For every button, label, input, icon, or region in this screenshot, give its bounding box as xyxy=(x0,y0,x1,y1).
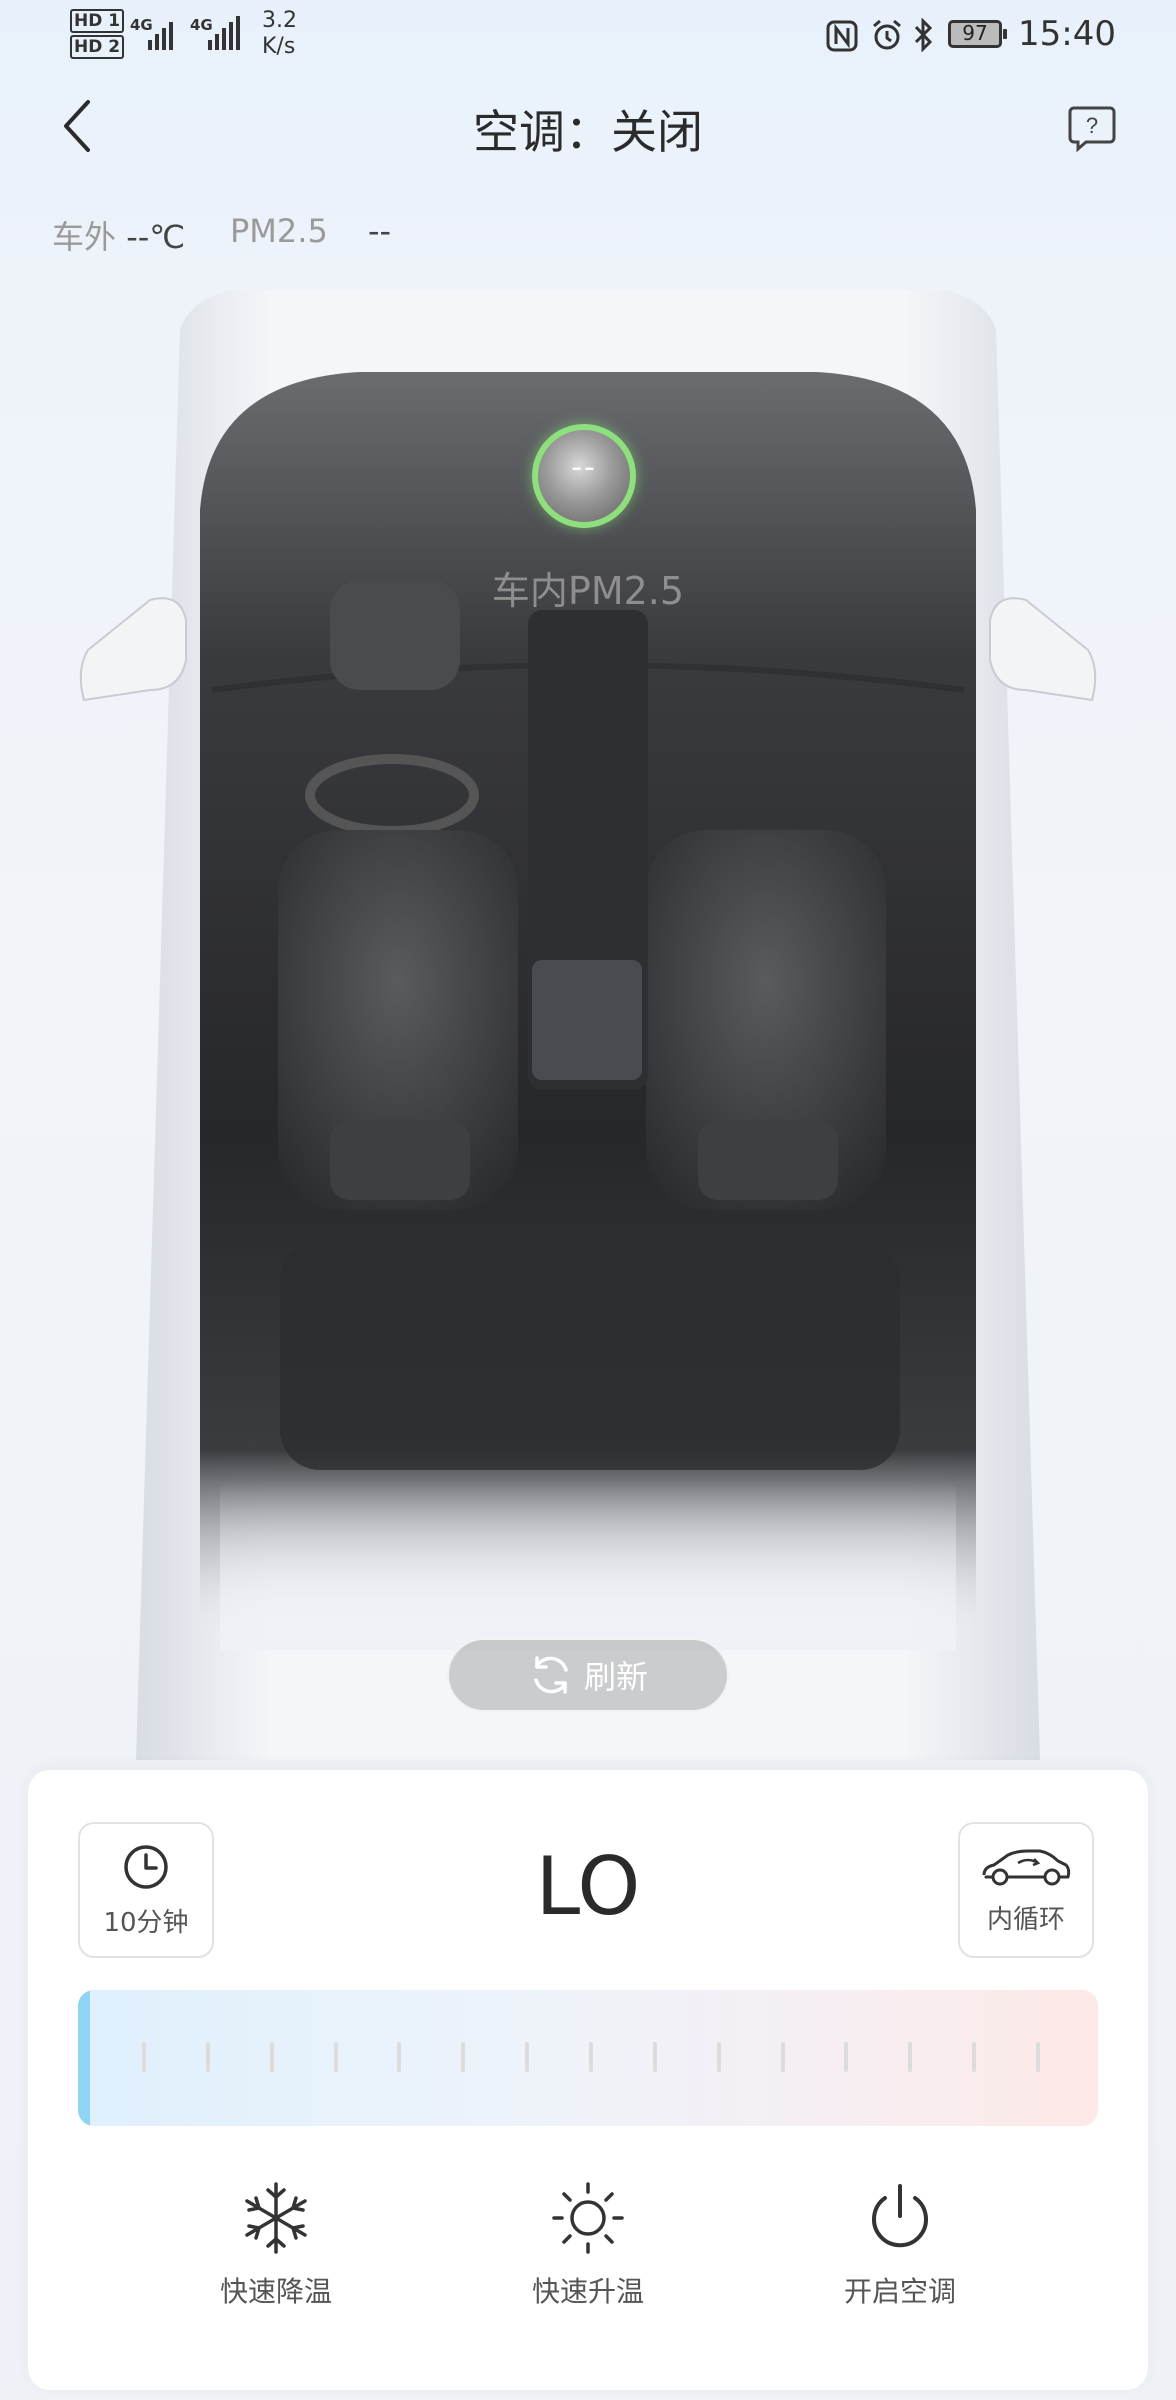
help-button[interactable]: ? xyxy=(1068,104,1116,152)
slider-tick xyxy=(205,2042,210,2072)
circulation-label: 内循环 xyxy=(986,1904,1065,1935)
slider-tick xyxy=(652,2042,657,2072)
nfc-icon xyxy=(826,20,858,52)
slider-tick xyxy=(142,2042,146,2072)
slider-tick xyxy=(589,2042,593,2072)
ac-power-button[interactable]: 开启空调 xyxy=(800,2180,1000,2310)
refresh-button[interactable]: 刷新 xyxy=(447,1638,729,1712)
clock: 15:40 xyxy=(1018,14,1116,54)
status-bar: HD 1 HD 2 4G 4G 3.2 K/s 97 15:40 xyxy=(0,0,1176,70)
slider-tick xyxy=(461,2042,466,2072)
slider-tick xyxy=(908,2042,913,2072)
ac-power-label: 开启空调 xyxy=(843,2275,956,2308)
page-title: 空调：关闭 xyxy=(473,105,703,159)
slider-tick xyxy=(525,2042,530,2072)
battery-icon: 97 xyxy=(948,20,1007,48)
slider-tick xyxy=(1036,2042,1040,2072)
car-circulation-icon xyxy=(982,1849,1071,1885)
quick-cool-label: 快速降温 xyxy=(219,2275,332,2308)
quick-heat-button[interactable]: 快速升温 xyxy=(488,2180,688,2310)
slider-tick xyxy=(269,2042,274,2072)
bluetooth-icon xyxy=(914,18,933,52)
sim-badges: HD 1 HD 2 xyxy=(70,8,125,60)
slider-tick xyxy=(397,2042,402,2072)
cabin-pm25-label: 车内PM2.5 xyxy=(491,569,685,613)
svg-text:?: ? xyxy=(1086,113,1098,138)
quick-cool-button[interactable]: 快速降温 xyxy=(176,2180,376,2310)
net-speed-value: 3.2 xyxy=(262,8,297,33)
refresh-icon xyxy=(534,1656,568,1694)
refresh-label: 刷新 xyxy=(583,1658,648,1696)
quick-heat-label: 快速升温 xyxy=(531,2275,644,2308)
slider-tick xyxy=(844,2042,849,2072)
signal-bars-icon xyxy=(208,16,240,50)
snowflake-icon xyxy=(245,2182,307,2254)
alarm-icon xyxy=(873,19,901,50)
temperature-slider[interactable] xyxy=(78,1990,1098,2126)
cabin-pm25-value: -- xyxy=(571,450,597,485)
temperature-slider-fill[interactable] xyxy=(78,1990,90,2126)
sim1-label: HD 1 xyxy=(70,9,125,33)
sim2-label: HD 2 xyxy=(70,35,125,59)
power-icon xyxy=(872,2184,928,2248)
circulation-button[interactable]: 内循环 xyxy=(958,1822,1094,1958)
sun-icon xyxy=(552,2182,624,2254)
net-speed: 3.2 K/s xyxy=(262,8,297,60)
slider-tick xyxy=(972,2042,977,2072)
slider-tick xyxy=(780,2042,785,2072)
battery-level: 97 xyxy=(962,21,988,45)
slider-tick xyxy=(333,2042,338,2072)
slider-tick xyxy=(716,2042,721,2072)
net-speed-unit: K/s xyxy=(262,34,296,59)
